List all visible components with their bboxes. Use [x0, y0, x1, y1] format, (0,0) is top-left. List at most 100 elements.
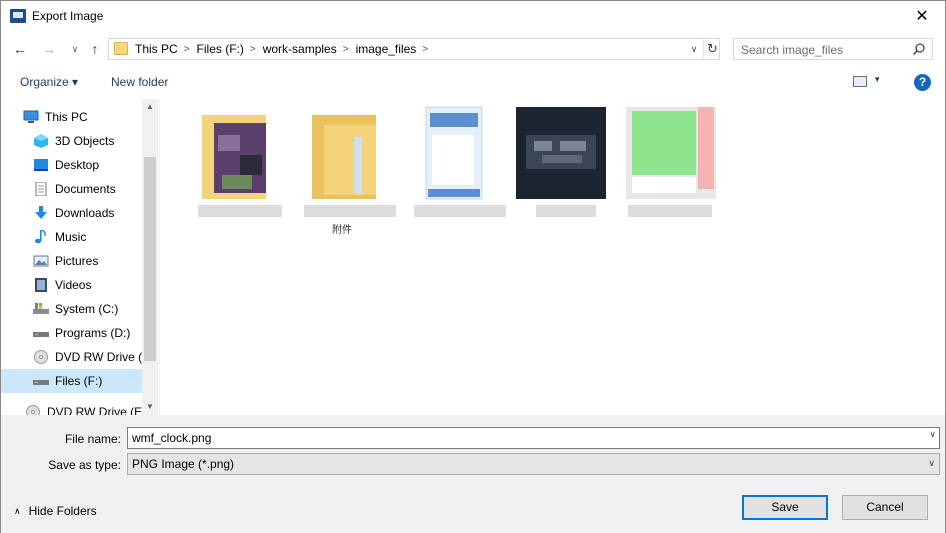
chevron-right-icon[interactable]: >	[184, 44, 190, 55]
sidebar-item-label: Downloads	[55, 206, 115, 220]
refresh-button[interactable]: ↻	[703, 39, 721, 59]
breadcrumb-files-drive[interactable]: Files (F:)	[197, 42, 244, 56]
help-icon[interactable]: ?	[914, 74, 931, 91]
sidebar-item-this-pc[interactable]: This PC	[23, 105, 158, 129]
search-input[interactable]: Search image_files	[733, 38, 933, 60]
sidebar-item-label: DVD RW Drive (E:)	[47, 405, 150, 415]
sidebar-item-label: Programs (D:)	[55, 326, 131, 340]
dvd-icon	[25, 405, 41, 415]
sidebar-item-3d-objects[interactable]: 3D Objects	[33, 129, 158, 153]
document-icon	[33, 181, 49, 197]
sidebar-item-videos[interactable]: Videos	[33, 273, 158, 297]
breadcrumb-work-samples[interactable]: work-samples	[263, 42, 337, 56]
chevron-right-icon[interactable]: >	[250, 44, 256, 55]
download-icon	[33, 206, 49, 220]
folder-thumbnail	[312, 115, 376, 199]
video-icon	[33, 278, 49, 292]
title-bar: Export Image ✕	[1, 1, 945, 32]
sidebar-item-label: Desktop	[55, 158, 100, 172]
chevron-up-icon: ∧	[14, 505, 21, 516]
sidebar-item-label: System (C:)	[55, 302, 119, 316]
chevron-right-icon[interactable]: >	[422, 44, 428, 55]
forward-button[interactable]: →	[39, 38, 59, 60]
sidebar-item-documents[interactable]: Documents	[33, 177, 158, 201]
view-dropdown-button[interactable]: ▾	[875, 74, 880, 85]
app-icon	[10, 9, 26, 23]
blurred-file-name	[304, 205, 396, 217]
sidebar-item-label: DVD RW Drive (E	[55, 350, 151, 364]
image-thumbnail	[516, 107, 606, 199]
sidebar-item-label: This PC	[45, 110, 88, 124]
music-icon	[33, 229, 49, 244]
save-button[interactable]: Save	[742, 495, 828, 520]
save-form: File name: ∨ Save as type: PNG Image (*.…	[1, 415, 945, 533]
sidebar-item-label: Pictures	[55, 254, 99, 268]
folder-icon	[114, 42, 128, 55]
save-as-type-select[interactable]: PNG Image (*.png) ∨	[127, 453, 940, 475]
scroll-down-icon[interactable]: ▼	[142, 399, 158, 415]
window-title: Export Image	[32, 9, 104, 23]
folder-thumbnail	[202, 115, 266, 199]
recent-locations-button[interactable]: ∨	[65, 38, 85, 60]
system-drive-icon	[33, 302, 49, 316]
sidebar-item-label: Music	[55, 230, 87, 244]
breadcrumb: This PC > Files (F:) > work-samples > im…	[135, 39, 435, 59]
file-name-field[interactable]	[127, 427, 940, 449]
address-history-dropdown[interactable]: ∨	[687, 40, 701, 58]
image-thumbnail	[425, 106, 483, 200]
chevron-down-icon: ∨	[928, 458, 935, 468]
cube-icon	[33, 134, 49, 148]
cancel-button[interactable]: Cancel	[842, 495, 928, 520]
up-button[interactable]: ↑	[85, 38, 105, 60]
sidebar-item-dvd-drive[interactable]: DVD RW Drive (E	[33, 345, 158, 369]
desktop-icon	[33, 158, 49, 172]
file-item[interactable]: 附件	[300, 105, 400, 236]
sidebar-item-label: 3D Objects	[55, 134, 115, 148]
sidebar-item-label: Documents	[55, 182, 116, 196]
export-image-dialog: Export Image ✕ ← → ∨ ↑ This PC > Files (…	[0, 0, 946, 533]
sidebar-item-programs-drive[interactable]: Programs (D:)	[33, 321, 158, 345]
chevron-down-icon[interactable]: ∨	[929, 429, 936, 440]
search-icon[interactable]	[912, 42, 926, 56]
file-name-partial-caption: 附件	[332, 225, 352, 236]
file-name-label: File name:	[64, 432, 121, 446]
computer-icon	[23, 110, 39, 124]
file-list: 附件	[159, 99, 945, 415]
chevron-right-icon[interactable]: >	[343, 44, 349, 55]
blurred-file-name	[628, 205, 712, 217]
dvd-icon	[33, 350, 49, 364]
new-folder-button[interactable]: New folder	[111, 75, 168, 89]
scroll-up-icon[interactable]: ▲	[142, 99, 158, 115]
file-item[interactable]	[410, 105, 510, 235]
close-button[interactable]: ✕	[899, 1, 945, 32]
file-item[interactable]	[510, 105, 610, 235]
breadcrumb-this-pc[interactable]: This PC	[135, 42, 178, 56]
navigation-pane-scrollbar[interactable]: ▲ ▼	[142, 99, 158, 415]
blurred-file-name	[536, 205, 596, 217]
view-options-icon[interactable]	[853, 76, 867, 87]
scroll-thumb[interactable]	[144, 157, 156, 361]
file-name-field-wrapper: ∨	[127, 427, 940, 449]
command-bar: Organize ▾ New folder ▾ ?	[1, 67, 945, 97]
sidebar-item-dvd-drive-2[interactable]: DVD RW Drive (E:)	[25, 400, 158, 415]
drive-icon	[33, 374, 49, 388]
hide-folders-label: Hide Folders	[28, 504, 97, 518]
sidebar-item-system-drive[interactable]: System (C:)	[33, 297, 158, 321]
sidebar-item-downloads[interactable]: Downloads	[33, 201, 158, 225]
breadcrumb-image-files[interactable]: image_files	[356, 42, 417, 56]
sidebar-item-pictures[interactable]: Pictures	[33, 249, 158, 273]
file-item[interactable]	[620, 105, 720, 235]
sidebar-item-music[interactable]: Music	[33, 225, 158, 249]
hide-folders-button[interactable]: ∧ Hide Folders	[14, 504, 97, 518]
sidebar-item-files-drive[interactable]: Files (F:)	[1, 369, 142, 393]
save-as-type-value: PNG Image (*.png)	[132, 457, 235, 471]
drive-icon	[33, 326, 49, 340]
address-bar[interactable]: This PC > Files (F:) > work-samples > im…	[108, 38, 720, 60]
image-thumbnail	[626, 107, 716, 199]
organize-button[interactable]: Organize ▾	[20, 75, 78, 89]
file-item[interactable]	[190, 105, 290, 235]
sidebar-item-desktop[interactable]: Desktop	[33, 153, 158, 177]
blurred-file-name	[198, 205, 282, 217]
navigation-bar: ← → ∨ ↑ This PC > Files (F:) > work-samp…	[1, 34, 945, 64]
back-button[interactable]: ←	[10, 38, 30, 60]
